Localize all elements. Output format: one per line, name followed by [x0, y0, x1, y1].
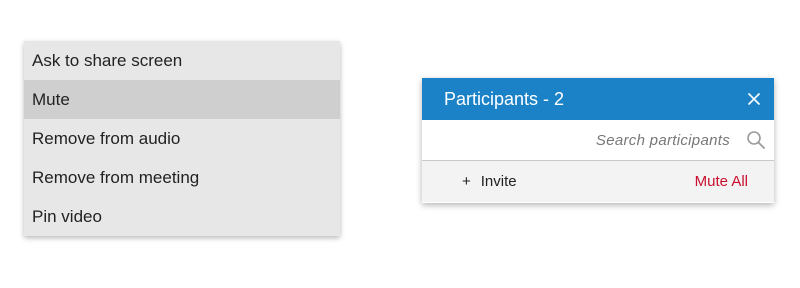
plus-icon: + — [462, 173, 471, 190]
close-icon[interactable] — [744, 89, 764, 109]
menu-item-pin-video[interactable]: Pin video — [24, 197, 340, 236]
screenshot-canvas: Ask to share screen Mute Remove from aud… — [0, 0, 800, 288]
invite-button[interactable]: + Invite — [462, 173, 517, 190]
participants-actions-row: + Invite Mute All — [422, 161, 774, 202]
search-icon[interactable] — [746, 130, 766, 150]
menu-item-mute[interactable]: Mute — [24, 80, 340, 119]
participant-context-menu: Ask to share screen Mute Remove from aud… — [24, 41, 340, 236]
participants-panel: Participants - 2 + Invite M — [422, 78, 774, 203]
invite-label: Invite — [480, 173, 517, 190]
participants-header: Participants - 2 — [422, 78, 774, 120]
search-participants-input[interactable] — [422, 120, 738, 160]
search-row — [422, 120, 774, 161]
panel-title: Participants - 2 — [444, 88, 565, 109]
menu-item-ask-to-share-screen[interactable]: Ask to share screen — [24, 41, 340, 80]
menu-item-remove-from-meeting[interactable]: Remove from meeting — [24, 158, 340, 197]
menu-item-remove-from-audio[interactable]: Remove from audio — [24, 119, 340, 158]
mute-all-button[interactable]: Mute All — [695, 173, 748, 190]
